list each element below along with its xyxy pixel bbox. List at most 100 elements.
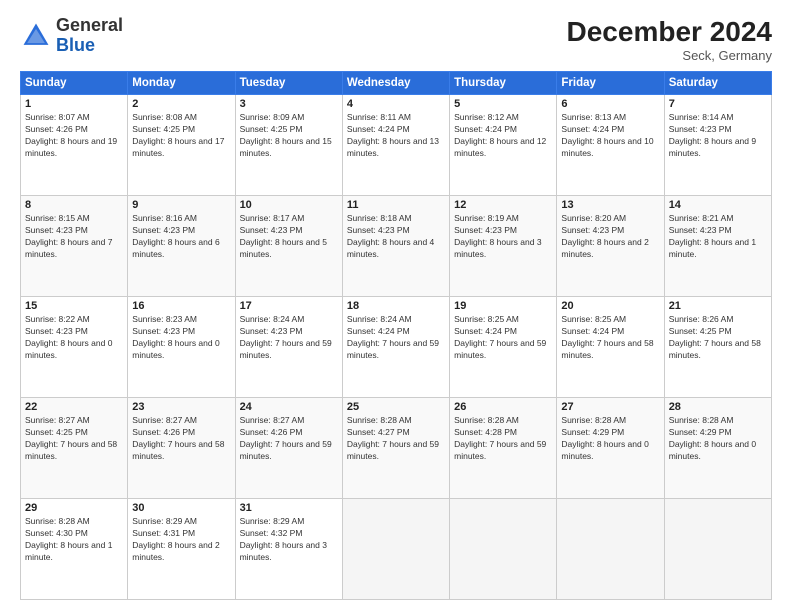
day-detail: Sunrise: 8:28 AMSunset: 4:29 PMDaylight:… [561,415,659,463]
day-detail: Sunrise: 8:28 AMSunset: 4:28 PMDaylight:… [454,415,552,463]
day-number: 7 [669,98,767,110]
calendar-cell: 28 Sunrise: 8:28 AMSunset: 4:29 PMDaylig… [664,398,771,499]
calendar-cell: 30 Sunrise: 8:29 AMSunset: 4:31 PMDaylig… [128,499,235,600]
day-number: 31 [240,502,338,514]
calendar-cell: 31 Sunrise: 8:29 AMSunset: 4:32 PMDaylig… [235,499,342,600]
calendar-cell: 9 Sunrise: 8:16 AMSunset: 4:23 PMDayligh… [128,196,235,297]
day-number: 13 [561,199,659,211]
day-detail: Sunrise: 8:23 AMSunset: 4:23 PMDaylight:… [132,314,230,362]
day-detail: Sunrise: 8:27 AMSunset: 4:26 PMDaylight:… [240,415,338,463]
calendar-cell: 14 Sunrise: 8:21 AMSunset: 4:23 PMDaylig… [664,196,771,297]
col-header-monday: Monday [128,72,235,95]
calendar-cell [450,499,557,600]
day-number: 14 [669,199,767,211]
calendar-table: SundayMondayTuesdayWednesdayThursdayFrid… [20,71,772,600]
logo-general: General [56,15,123,35]
day-number: 3 [240,98,338,110]
calendar-cell: 23 Sunrise: 8:27 AMSunset: 4:26 PMDaylig… [128,398,235,499]
calendar-cell: 5 Sunrise: 8:12 AMSunset: 4:24 PMDayligh… [450,95,557,196]
day-detail: Sunrise: 8:20 AMSunset: 4:23 PMDaylight:… [561,213,659,261]
day-detail: Sunrise: 8:25 AMSunset: 4:24 PMDaylight:… [454,314,552,362]
day-detail: Sunrise: 8:16 AMSunset: 4:23 PMDaylight:… [132,213,230,261]
day-detail: Sunrise: 8:07 AMSunset: 4:26 PMDaylight:… [25,112,123,160]
col-header-thursday: Thursday [450,72,557,95]
calendar-cell: 8 Sunrise: 8:15 AMSunset: 4:23 PMDayligh… [21,196,128,297]
day-number: 23 [132,401,230,413]
day-detail: Sunrise: 8:19 AMSunset: 4:23 PMDaylight:… [454,213,552,261]
calendar-cell: 15 Sunrise: 8:22 AMSunset: 4:23 PMDaylig… [21,297,128,398]
calendar-cell: 6 Sunrise: 8:13 AMSunset: 4:24 PMDayligh… [557,95,664,196]
day-number: 19 [454,300,552,312]
day-number: 8 [25,199,123,211]
col-header-tuesday: Tuesday [235,72,342,95]
calendar-cell: 20 Sunrise: 8:25 AMSunset: 4:24 PMDaylig… [557,297,664,398]
day-detail: Sunrise: 8:17 AMSunset: 4:23 PMDaylight:… [240,213,338,261]
day-detail: Sunrise: 8:18 AMSunset: 4:23 PMDaylight:… [347,213,445,261]
day-number: 20 [561,300,659,312]
day-detail: Sunrise: 8:28 AMSunset: 4:29 PMDaylight:… [669,415,767,463]
day-number: 16 [132,300,230,312]
day-number: 24 [240,401,338,413]
calendar-cell: 16 Sunrise: 8:23 AMSunset: 4:23 PMDaylig… [128,297,235,398]
day-detail: Sunrise: 8:21 AMSunset: 4:23 PMDaylight:… [669,213,767,261]
calendar-cell [664,499,771,600]
calendar-cell: 3 Sunrise: 8:09 AMSunset: 4:25 PMDayligh… [235,95,342,196]
day-number: 1 [25,98,123,110]
day-detail: Sunrise: 8:15 AMSunset: 4:23 PMDaylight:… [25,213,123,261]
calendar-cell: 11 Sunrise: 8:18 AMSunset: 4:23 PMDaylig… [342,196,449,297]
calendar-cell: 19 Sunrise: 8:25 AMSunset: 4:24 PMDaylig… [450,297,557,398]
day-number: 22 [25,401,123,413]
day-number: 18 [347,300,445,312]
col-header-sunday: Sunday [21,72,128,95]
calendar-cell: 25 Sunrise: 8:28 AMSunset: 4:27 PMDaylig… [342,398,449,499]
col-header-wednesday: Wednesday [342,72,449,95]
day-detail: Sunrise: 8:14 AMSunset: 4:23 PMDaylight:… [669,112,767,160]
calendar-cell: 18 Sunrise: 8:24 AMSunset: 4:24 PMDaylig… [342,297,449,398]
logo-blue: Blue [56,35,95,55]
calendar-week-4: 22 Sunrise: 8:27 AMSunset: 4:25 PMDaylig… [21,398,772,499]
month-title: December 2024 [567,16,772,48]
day-number: 30 [132,502,230,514]
logo-icon [20,20,52,52]
day-number: 26 [454,401,552,413]
day-detail: Sunrise: 8:27 AMSunset: 4:25 PMDaylight:… [25,415,123,463]
day-detail: Sunrise: 8:08 AMSunset: 4:25 PMDaylight:… [132,112,230,160]
day-number: 21 [669,300,767,312]
page: General Blue December 2024 Seck, Germany… [0,0,792,612]
day-number: 10 [240,199,338,211]
day-number: 6 [561,98,659,110]
calendar-cell: 7 Sunrise: 8:14 AMSunset: 4:23 PMDayligh… [664,95,771,196]
day-detail: Sunrise: 8:28 AMSunset: 4:27 PMDaylight:… [347,415,445,463]
header: General Blue December 2024 Seck, Germany [20,16,772,63]
day-number: 15 [25,300,123,312]
col-header-saturday: Saturday [664,72,771,95]
logo: General Blue [20,16,123,56]
calendar-cell [557,499,664,600]
day-number: 17 [240,300,338,312]
day-detail: Sunrise: 8:29 AMSunset: 4:31 PMDaylight:… [132,516,230,564]
calendar-week-1: 1 Sunrise: 8:07 AMSunset: 4:26 PMDayligh… [21,95,772,196]
calendar-cell: 17 Sunrise: 8:24 AMSunset: 4:23 PMDaylig… [235,297,342,398]
day-detail: Sunrise: 8:13 AMSunset: 4:24 PMDaylight:… [561,112,659,160]
calendar-cell: 21 Sunrise: 8:26 AMSunset: 4:25 PMDaylig… [664,297,771,398]
day-detail: Sunrise: 8:12 AMSunset: 4:24 PMDaylight:… [454,112,552,160]
calendar-cell: 10 Sunrise: 8:17 AMSunset: 4:23 PMDaylig… [235,196,342,297]
calendar-cell: 4 Sunrise: 8:11 AMSunset: 4:24 PMDayligh… [342,95,449,196]
calendar-cell: 1 Sunrise: 8:07 AMSunset: 4:26 PMDayligh… [21,95,128,196]
day-detail: Sunrise: 8:28 AMSunset: 4:30 PMDaylight:… [25,516,123,564]
calendar-cell: 2 Sunrise: 8:08 AMSunset: 4:25 PMDayligh… [128,95,235,196]
day-detail: Sunrise: 8:11 AMSunset: 4:24 PMDaylight:… [347,112,445,160]
day-number: 5 [454,98,552,110]
day-detail: Sunrise: 8:27 AMSunset: 4:26 PMDaylight:… [132,415,230,463]
calendar-cell: 13 Sunrise: 8:20 AMSunset: 4:23 PMDaylig… [557,196,664,297]
calendar-cell [342,499,449,600]
title-block: December 2024 Seck, Germany [567,16,772,63]
calendar-cell: 26 Sunrise: 8:28 AMSunset: 4:28 PMDaylig… [450,398,557,499]
day-detail: Sunrise: 8:29 AMSunset: 4:32 PMDaylight:… [240,516,338,564]
day-detail: Sunrise: 8:22 AMSunset: 4:23 PMDaylight:… [25,314,123,362]
day-detail: Sunrise: 8:26 AMSunset: 4:25 PMDaylight:… [669,314,767,362]
calendar-cell: 27 Sunrise: 8:28 AMSunset: 4:29 PMDaylig… [557,398,664,499]
day-number: 27 [561,401,659,413]
day-detail: Sunrise: 8:25 AMSunset: 4:24 PMDaylight:… [561,314,659,362]
calendar-cell: 24 Sunrise: 8:27 AMSunset: 4:26 PMDaylig… [235,398,342,499]
